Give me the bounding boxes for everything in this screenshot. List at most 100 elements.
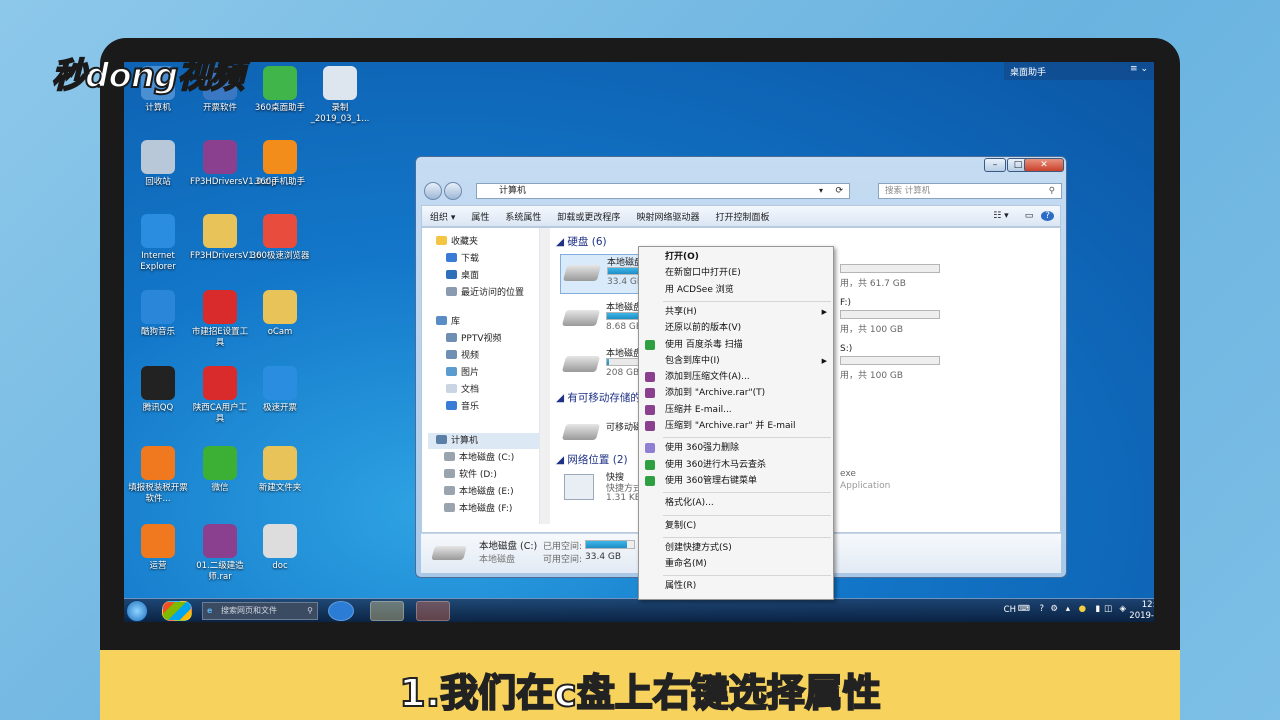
forward-button[interactable] [444, 182, 462, 200]
group-network[interactable]: ◢ 网络位置 (2) [556, 452, 628, 467]
context-menu-item[interactable]: 复制(C) [639, 518, 835, 534]
desktop-icon[interactable]: 微信 [190, 446, 250, 494]
toolbar-button[interactable]: 属性 [463, 210, 497, 223]
nav-pptv[interactable]: PPTV视频 [446, 331, 502, 347]
recorder-taskbar-button[interactable] [416, 601, 450, 621]
toolbar-button[interactable]: 打开控制面板 [707, 210, 777, 223]
battery-icon[interactable]: ▮ [1095, 604, 1100, 614]
desktop-icon[interactable]: 腾讯QQ [128, 366, 188, 414]
context-menu-item[interactable]: 重命名(M) [639, 556, 835, 572]
context-menu-item[interactable]: 添加到压缩文件(A)... [639, 369, 835, 385]
taskbar-search-input[interactable]: e 搜索网页和文件 ⚲ [202, 602, 318, 620]
refresh-icon[interactable]: ⟳ [835, 184, 843, 198]
nav-recent[interactable]: 最近访问的位置 [446, 285, 524, 301]
network-icon[interactable]: ◫ [1104, 604, 1112, 614]
desktop-icon[interactable]: 陕西CA用户工具 [190, 366, 250, 425]
toolbar-button[interactable]: 映射网络驱动器 [628, 210, 707, 223]
address-bar[interactable]: 计算机 ▾ ⟳ [476, 183, 850, 199]
nav-scrollbar[interactable] [540, 228, 550, 524]
context-menu-item[interactable]: 创建快捷方式(S) [639, 540, 835, 556]
desktop-icon[interactable]: 360桌面助手 [250, 66, 310, 114]
desktop-icon[interactable]: 360手机助手 [250, 140, 310, 188]
help-icon[interactable]: ? [1039, 604, 1044, 614]
taskbar-app-icon[interactable] [162, 601, 192, 621]
tray-expand-icon[interactable]: ▴ [1066, 604, 1070, 614]
back-button[interactable] [424, 182, 442, 200]
navigation-pane: 收藏夹 下载 桌面 最近访问的位置 库 PPTV视频 视频 图片 文档 音乐 计… [422, 228, 540, 524]
desktop-icon[interactable]: FP3HDriversV1.0.zip [190, 140, 277, 188]
nav-libraries[interactable]: 库 [436, 314, 460, 330]
input-language[interactable]: CH [1004, 605, 1016, 615]
desktop-icon[interactable]: 酷狗音乐 [128, 290, 188, 338]
preview-pane-icon[interactable]: ▭ [1017, 211, 1042, 221]
desktop-icon[interactable]: 运营 [128, 524, 188, 572]
nav-pictures[interactable]: 图片 [446, 365, 479, 381]
nav-drive-d[interactable]: 软件 (D:) [444, 467, 497, 483]
nav-videos[interactable]: 视频 [446, 348, 479, 364]
context-menu-item[interactable]: 使用 360进行木马云查杀 [639, 457, 835, 473]
help-icon[interactable]: ? [1041, 211, 1054, 221]
context-menu-item[interactable]: 格式化(A)... [639, 495, 835, 511]
toolbar-button[interactable]: 卸载或更改程序 [549, 210, 628, 223]
context-menu-item[interactable]: 还原以前的版本(V) [639, 320, 835, 336]
start-button[interactable] [126, 600, 148, 622]
desktop-icon[interactable]: 市建招E设置工具 [190, 290, 250, 349]
desktop-icon[interactable]: 回收站 [128, 140, 188, 188]
search-icon[interactable]: ⚲ [307, 603, 313, 619]
desktop-icon[interactable]: Internet Explorer [128, 214, 188, 273]
desktop-icon[interactable]: 录制_2019_03_1... [310, 66, 370, 125]
desktop-helper-gadget[interactable]: 桌面助手 ≡ ⌄ [1004, 62, 1154, 80]
desktop-icon[interactable]: 极速开票 [250, 366, 310, 414]
search-icon[interactable]: ⚲ [1049, 184, 1055, 198]
window-titlebar[interactable]: – □ ✕ [416, 157, 1066, 181]
desktop-icon-label: 酷狗音乐 [140, 327, 175, 337]
group-hard-disks[interactable]: ◢ 硬盘 (6) [556, 234, 607, 249]
nav-desktop[interactable]: 桌面 [446, 268, 479, 284]
toolbar-button[interactable]: 组织 ▾ [422, 210, 463, 223]
documents-icon [446, 384, 457, 393]
context-menu-item[interactable]: 压缩到 "Archive.rar" 并 E-mail [639, 418, 835, 434]
security-tray-icon[interactable]: ● [1079, 604, 1086, 614]
nav-drive-e[interactable]: 本地磁盘 (E:) [444, 484, 514, 500]
desktop-icon[interactable]: 01.二级建造师.rar [190, 524, 250, 583]
context-menu-item[interactable]: 使用 360强力删除 [639, 440, 835, 456]
nav-favorites[interactable]: 收藏夹 [436, 234, 478, 250]
desktop-helper-icon [263, 66, 297, 100]
nav-downloads[interactable]: 下载 [446, 251, 479, 267]
address-dropdown-icon[interactable]: ▾ [819, 184, 823, 198]
nav-music[interactable]: 音乐 [446, 399, 479, 415]
context-menu-item[interactable]: 用 ACDSee 浏览 [639, 282, 835, 298]
context-menu-item[interactable]: 在新窗口中打开(E) [639, 265, 835, 281]
nav-drive-f[interactable]: 本地磁盘 (F:) [444, 501, 512, 517]
desktop-icon[interactable]: 360极速浏览器 [250, 214, 310, 262]
kugou-taskbar-icon[interactable] [328, 601, 354, 621]
desktop-icon[interactable]: FP3HDriversV1.0 [190, 214, 262, 262]
nav-computer[interactable]: 计算机 [428, 433, 539, 449]
keyboard-icon[interactable]: ⌨ [1018, 604, 1030, 614]
desktop-icon[interactable]: oCam [250, 290, 310, 338]
system-clock[interactable]: 12:02 2019-03-15 [1114, 600, 1154, 622]
close-button[interactable]: ✕ [1024, 158, 1064, 172]
drive-item[interactable]: 本地磁盘 33.4 GB [560, 254, 651, 294]
view-options-icon[interactable]: ☷ ▾ [985, 211, 1016, 221]
context-menu-item[interactable]: 属性(R) [639, 578, 835, 594]
desktop-icon[interactable]: 新建文件夹 [250, 446, 310, 494]
search-input[interactable]: 搜索 计算机 ⚲ [878, 183, 1062, 199]
gadget-menu-icon[interactable]: ≡ ⌄ [1130, 64, 1148, 74]
nav-documents[interactable]: 文档 [446, 382, 479, 398]
explorer-taskbar-button[interactable] [370, 601, 404, 621]
desktop-icon[interactable]: doc [250, 524, 310, 572]
toolbar-button[interactable]: 系统属性 [497, 210, 549, 223]
context-menu-item[interactable]: 压缩并 E-mail... [639, 402, 835, 418]
settings-icon[interactable]: ⚙ [1050, 604, 1058, 614]
minimize-button[interactable]: – [984, 158, 1006, 172]
context-menu-item[interactable]: 使用 百度杀毒 扫描 [639, 337, 835, 353]
context-menu-item[interactable]: 共享(H) ▶ [639, 304, 835, 320]
nav-drive-c[interactable]: 本地磁盘 (C:) [444, 450, 514, 466]
context-menu-item[interactable]: 添加到 "Archive.rar"(T) [639, 385, 835, 401]
group-removable[interactable]: ◢ 有可移动存储的 [556, 390, 641, 405]
context-menu-item[interactable]: 使用 360管理右键菜单 [639, 473, 835, 489]
context-menu-item[interactable]: 包含到库中(I) ▶ [639, 353, 835, 369]
desktop-icon[interactable]: 填报税装税开票软件... [128, 446, 188, 505]
context-menu-item[interactable]: 打开(O) [639, 249, 835, 265]
